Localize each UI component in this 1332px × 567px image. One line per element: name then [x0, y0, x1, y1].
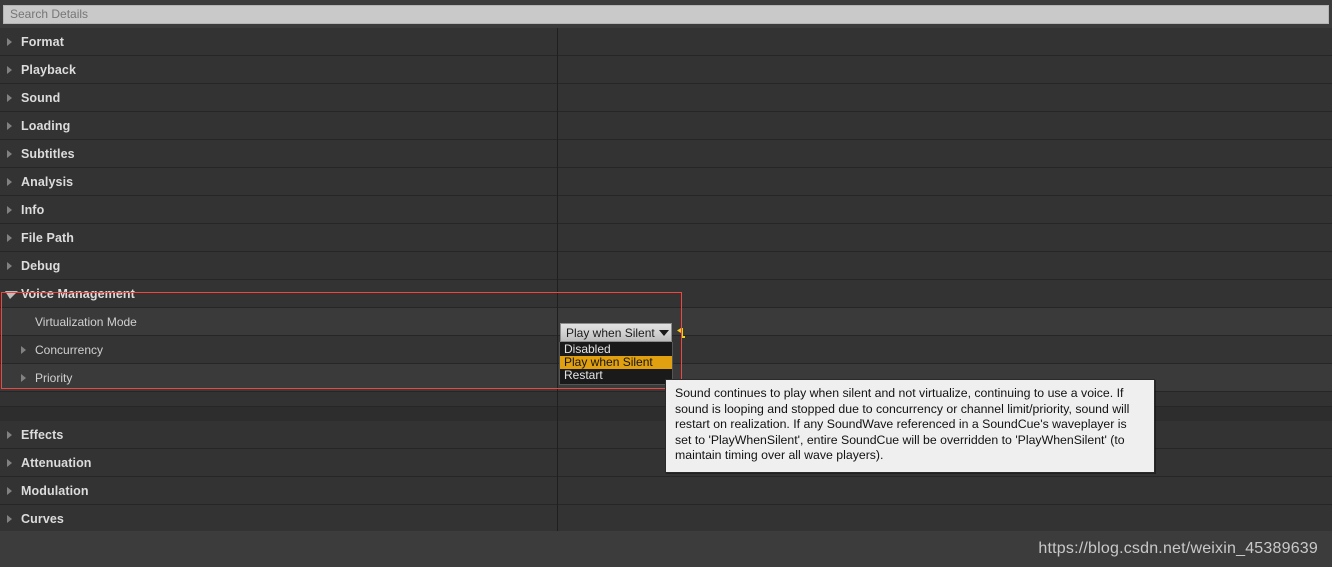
category-label: Voice Management — [21, 286, 135, 301]
chevron-right-icon[interactable] — [4, 92, 16, 104]
property-label: Concurrency — [35, 342, 104, 357]
chevron-right-icon[interactable] — [4, 176, 16, 188]
chevron-down-icon — [658, 329, 669, 336]
category-row-modulation[interactable]: Modulation — [0, 477, 1332, 505]
category-label: Info — [21, 202, 45, 217]
category-label: Debug — [21, 258, 61, 273]
chevron-right-icon[interactable] — [4, 457, 16, 469]
category-label: Effects — [21, 427, 64, 442]
tooltip-text: Sound continues to play when silent and … — [675, 386, 1130, 462]
virtualization-mode-dropdown[interactable]: Play when Silent — [560, 323, 672, 342]
category-label: Subtitles — [21, 146, 75, 161]
category-row-subtitles[interactable]: Subtitles — [0, 140, 1332, 168]
category-label: Playback — [21, 62, 77, 77]
chevron-down-icon[interactable] — [4, 288, 18, 300]
chevron-right-icon[interactable] — [4, 36, 16, 48]
category-row-file-path[interactable]: File Path — [0, 224, 1332, 252]
category-row-loading[interactable]: Loading — [0, 112, 1332, 140]
chevron-right-icon[interactable] — [4, 485, 16, 497]
details-panel-window: Format Playback Sound — [0, 0, 1332, 567]
virtualization-mode-option-list[interactable]: Disabled Play when Silent Restart — [559, 342, 673, 385]
chevron-right-icon[interactable] — [18, 372, 30, 384]
footer-bar: https://blog.csdn.net/weixin_45389639 — [0, 531, 1332, 567]
category-row-analysis[interactable]: Analysis — [0, 168, 1332, 196]
category-label: Curves — [21, 511, 64, 526]
category-row-info[interactable]: Info — [0, 196, 1332, 224]
category-label: Format — [21, 34, 64, 49]
category-row-playback[interactable]: Playback — [0, 56, 1332, 84]
property-label: Virtualization Mode — [35, 314, 137, 329]
search-input[interactable] — [3, 4, 1329, 24]
dropdown-option-restart[interactable]: Restart — [560, 369, 672, 382]
category-label: Loading — [21, 118, 71, 133]
chevron-right-icon[interactable] — [4, 204, 16, 216]
reset-to-default-icon[interactable] — [676, 326, 687, 338]
category-row-sound[interactable]: Sound — [0, 84, 1332, 112]
chevron-right-icon[interactable] — [4, 513, 16, 525]
column-splitter[interactable] — [557, 28, 558, 531]
virtualization-mode-selected-value: Play when Silent — [566, 325, 655, 340]
watermark-url: https://blog.csdn.net/weixin_45389639 — [1038, 540, 1318, 557]
category-row-format[interactable]: Format — [0, 28, 1332, 56]
property-label: Priority — [35, 370, 73, 385]
category-label: Modulation — [21, 483, 89, 498]
category-row-debug[interactable]: Debug — [0, 252, 1332, 280]
chevron-right-icon[interactable] — [4, 148, 16, 160]
category-row-voice-management[interactable]: Voice Management — [0, 280, 1332, 308]
search-bar — [0, 0, 1332, 28]
chevron-right-icon[interactable] — [4, 429, 16, 441]
category-label: Analysis — [21, 174, 74, 189]
category-label: Sound — [21, 90, 61, 105]
category-row-curves[interactable]: Curves — [0, 505, 1332, 533]
chevron-right-icon[interactable] — [4, 120, 16, 132]
chevron-right-icon[interactable] — [18, 344, 30, 356]
chevron-right-icon[interactable] — [4, 260, 16, 272]
category-label: File Path — [21, 230, 74, 245]
category-label: Attenuation — [21, 455, 92, 470]
chevron-right-icon[interactable] — [4, 232, 16, 244]
chevron-right-icon[interactable] — [4, 64, 16, 76]
virtualization-mode-tooltip: Sound continues to play when silent and … — [665, 379, 1155, 473]
